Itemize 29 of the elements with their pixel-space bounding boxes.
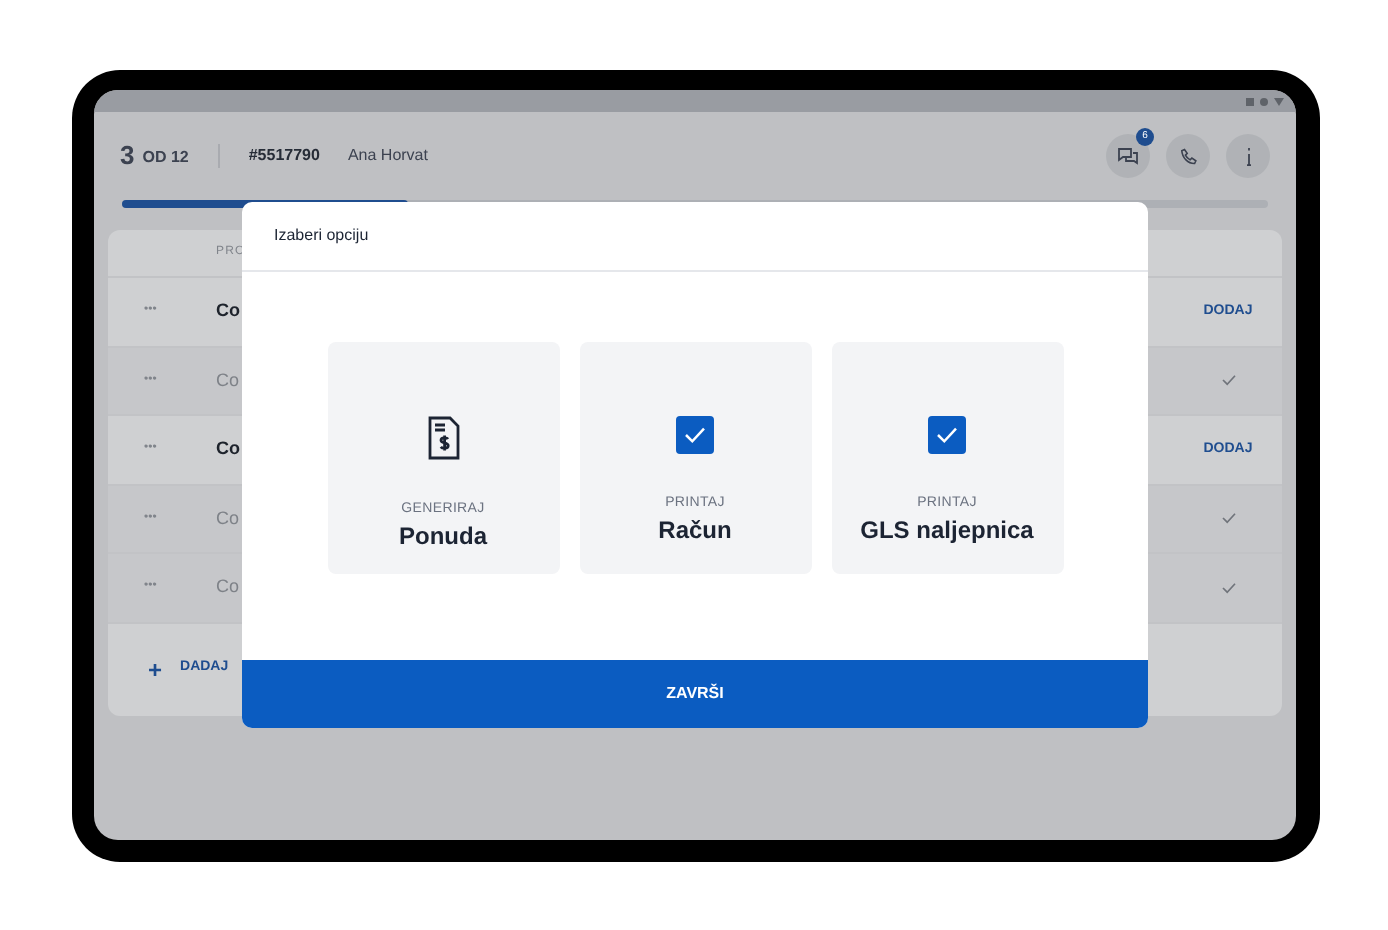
product-name: Co — [216, 436, 240, 462]
order-number: #5517790 — [248, 144, 320, 168]
option-label: Račun — [658, 516, 732, 546]
invoice-icon — [425, 416, 461, 460]
chat-icon — [1118, 147, 1138, 165]
order-total: OD 12 — [142, 146, 189, 170]
check-icon — [1219, 374, 1237, 387]
checkbox[interactable] — [928, 416, 966, 454]
checkbox[interactable] — [676, 416, 714, 454]
customer-name: Ana Horvat — [347, 144, 428, 168]
square-icon — [1246, 97, 1254, 105]
product-name: Co — [216, 367, 240, 393]
triangle-icon — [1274, 97, 1284, 105]
order-position: 3 — [120, 138, 135, 175]
option-label: GLS naljepnica — [860, 516, 1034, 546]
check-icon — [936, 426, 958, 444]
info-icon — [1245, 147, 1251, 165]
check-icon — [1219, 581, 1237, 594]
option-label: Ponuda — [399, 522, 487, 552]
plus-icon: + — [148, 651, 163, 687]
phone-button[interactable] — [1166, 134, 1210, 178]
phone-icon — [1179, 147, 1197, 165]
product-name: Co — [216, 574, 240, 600]
dialog-title: Izaberi opciju — [274, 224, 369, 248]
finish-button[interactable]: ZAVRŠI — [242, 660, 1148, 728]
check-icon — [684, 426, 706, 444]
product-name: Co — [216, 298, 240, 324]
product-name: Co — [216, 505, 240, 531]
check-icon — [1219, 512, 1237, 525]
